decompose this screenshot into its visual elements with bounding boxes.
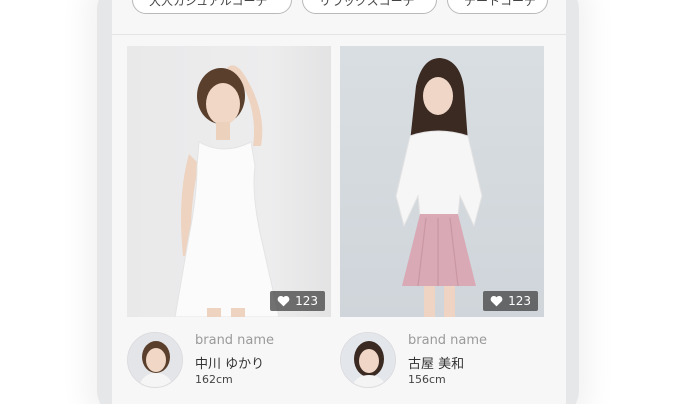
user-height: 162cm: [195, 373, 233, 386]
like-badge[interactable]: 123: [270, 291, 325, 311]
outfit-photo[interactable]: 123: [127, 46, 331, 317]
app-screen: 大人カジュアルコーデ リラックスコーデ デートコーデ 123 brand nam…: [112, 0, 566, 404]
outfit-card[interactable]: 123 brand name 古屋 美和 156cm: [340, 46, 544, 388]
avatar-image: [341, 333, 395, 387]
chip-otona-casual[interactable]: 大人カジュアルコーデ: [132, 0, 292, 14]
user-name: 古屋 美和: [408, 357, 465, 372]
outfit-photo[interactable]: 123: [340, 46, 544, 317]
heart-icon: [490, 295, 503, 307]
outfit-card[interactable]: 123 brand name 中川 ゆかり 162cm: [127, 46, 331, 388]
model-photo-white-dress: [174, 65, 280, 317]
avatar[interactable]: [127, 332, 183, 388]
user-name: 中川 ゆかり: [195, 357, 265, 372]
like-count: 123: [295, 294, 318, 308]
like-badge[interactable]: 123: [483, 291, 538, 311]
card-info: brand name 古屋 美和 156cm: [340, 317, 544, 388]
brand-name: brand name: [195, 333, 275, 348]
avatar-image: [128, 333, 182, 387]
brand-name: brand name: [408, 333, 488, 348]
divider: [112, 34, 566, 35]
chip-relax[interactable]: リラックスコーデ: [302, 0, 437, 14]
avatar[interactable]: [340, 332, 396, 388]
user-height: 156cm: [408, 373, 446, 386]
like-count: 123: [508, 294, 531, 308]
chip-date[interactable]: デートコーデ: [447, 0, 548, 14]
model-photo-pink-skirt: [395, 58, 483, 317]
heart-icon: [277, 295, 290, 307]
card-info: brand name 中川 ゆかり 162cm: [127, 317, 331, 388]
category-chip-row: 大人カジュアルコーデ リラックスコーデ デートコーデ: [132, 0, 548, 14]
